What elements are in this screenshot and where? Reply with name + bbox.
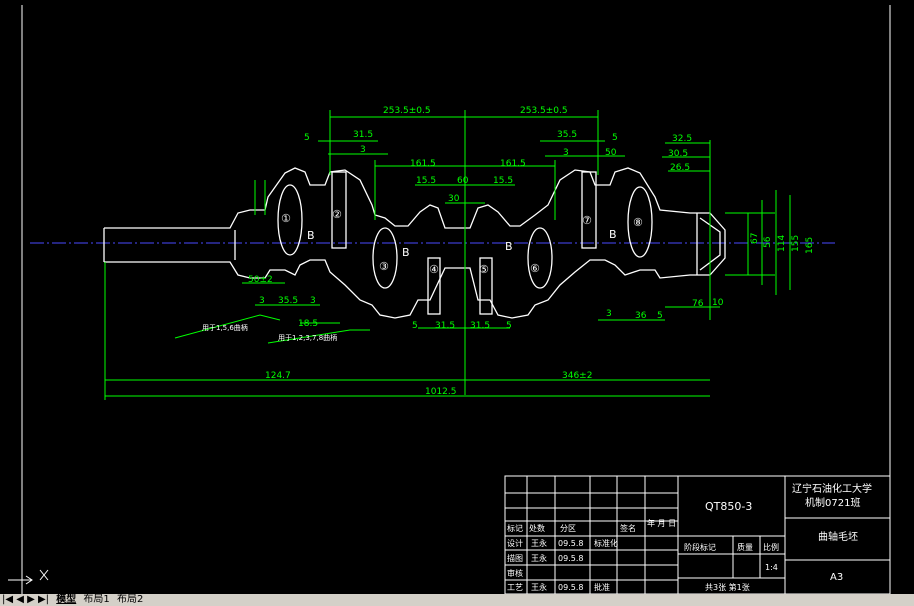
journal-label: ① xyxy=(281,212,291,225)
name-text: 王永 xyxy=(531,553,547,563)
dimension-text: 32.5 xyxy=(672,134,692,144)
dimension-text: 3 xyxy=(310,296,316,306)
dimension-text: 35.5 xyxy=(557,130,577,140)
date-text: 09.5.8 xyxy=(558,554,583,563)
journal-label: B xyxy=(307,229,315,242)
dimension-text: 31.5 xyxy=(470,321,490,331)
date-text: 09.5.8 xyxy=(558,539,583,548)
layout-tabs-bar: |◀ ◀ ▶ ▶| 模型 布局1 布局2 xyxy=(0,594,914,606)
tab-model[interactable]: 模型 xyxy=(54,594,78,606)
journal-label: ⑧ xyxy=(633,216,643,229)
dimension-text: 36 xyxy=(635,311,647,321)
dimension-text: 5 xyxy=(412,321,418,331)
journal-label: ⑤ xyxy=(479,263,489,276)
dimension-text: 3 xyxy=(563,148,569,158)
dimension-text: 26.5 xyxy=(670,163,690,173)
row-label: 设计 xyxy=(507,538,523,548)
dimension-text: 56 xyxy=(763,236,773,248)
journal-label: B xyxy=(505,240,513,253)
journal-label: ⑦ xyxy=(582,214,592,227)
dimension-text: 35.5 xyxy=(278,296,298,306)
row-label: 工艺 xyxy=(507,583,523,592)
dimension-text: 5 xyxy=(657,311,663,321)
dimension-text: 124.7 xyxy=(265,371,291,381)
row-label: 描图 xyxy=(507,553,523,563)
dimension-text: 3 xyxy=(259,296,265,306)
dimension-text: 253.5±0.5 xyxy=(383,106,431,116)
dimension-text: 15.5 xyxy=(493,176,513,186)
dimension-text: 346±2 xyxy=(562,371,592,381)
dimension-text: 76 xyxy=(692,299,704,309)
school-text: 辽宁石油化工大学 xyxy=(792,482,872,495)
dimension-text: 18.5 xyxy=(298,319,318,329)
journal-label: ③ xyxy=(379,260,389,273)
header-text: 处数 xyxy=(529,523,545,533)
title-block-text: QT850-3 辽宁石油化工大学 机制0721班 曲轴毛坯 A3 共3张 第1张… xyxy=(507,482,872,592)
dimension-text: 1012.5 xyxy=(425,387,457,397)
dimension-text: 10 xyxy=(712,298,724,308)
dimension-text: 253.5±0.5 xyxy=(520,106,568,116)
dimension-text: 165 xyxy=(805,237,815,254)
header-text: 标记 xyxy=(507,523,523,533)
dimension-text: 3 xyxy=(606,309,612,319)
part-name-text: 曲轴毛坯 xyxy=(818,530,858,543)
journal-label: B xyxy=(609,228,617,241)
sheets-text: 共3张 第1张 xyxy=(705,582,750,592)
dimension-text: 60 xyxy=(457,176,469,186)
note-text: 用于1,2,3,7,8曲柄 xyxy=(278,333,337,342)
mass-text: 质量 xyxy=(737,542,753,552)
header-text: 年 月 日 xyxy=(647,518,676,528)
class-text: 机制0721班 xyxy=(805,496,860,509)
journal-label: B xyxy=(402,246,410,259)
dimension-text: 5 xyxy=(304,133,310,143)
header-text: 签名 xyxy=(620,523,636,533)
dimension-text: 161.5 xyxy=(500,159,526,169)
tab-layout1[interactable]: 布局1 xyxy=(81,594,111,606)
header-text: 分区 xyxy=(560,524,576,533)
dimension-text: 155 xyxy=(791,235,801,252)
date-text: 09.5.8 xyxy=(558,583,583,592)
vertical-scrollbar[interactable] xyxy=(900,5,914,595)
journal-label: ② xyxy=(332,208,342,221)
name-text: 王永 xyxy=(531,582,547,592)
tab-layout2[interactable]: 布局2 xyxy=(115,594,145,606)
dimension-text: 67 xyxy=(750,233,760,244)
material-text: QT850-3 xyxy=(705,500,752,513)
row-label: 审核 xyxy=(507,568,523,578)
dimension-text: 114 xyxy=(777,235,787,252)
approve-text: 批准 xyxy=(594,582,610,592)
dimension-text: 161.5 xyxy=(410,159,436,169)
dimension-text: 15.5 xyxy=(416,176,436,186)
dimension-text: 31.5 xyxy=(353,130,373,140)
sheet-size-text: A3 xyxy=(830,572,843,583)
dimension-text: 50±2 xyxy=(248,275,273,285)
ucs-icon xyxy=(8,569,49,585)
dimension-text: 50 xyxy=(605,148,617,158)
drawing-canvas[interactable]: ① B ② ③ B ④ ⑤ B ⑥ ⑦ B ⑧ 253.5±0.5 253.5±… xyxy=(0,0,914,606)
name-text: 王永 xyxy=(531,538,547,548)
stage-text: 阶段标记 xyxy=(684,542,716,552)
dimension-text: 31.5 xyxy=(435,321,455,331)
journal-label: ⑥ xyxy=(530,262,540,275)
standard-text: 标准化 xyxy=(594,538,618,548)
tab-nav-arrows[interactable]: |◀ ◀ ▶ ▶| xyxy=(0,594,51,606)
dimension-texts: 253.5±0.5 253.5±0.5 5 31.5 3 161.5 161.5… xyxy=(248,106,815,397)
dimension-text: 30 xyxy=(448,194,460,204)
note-text: 用于1,5,6曲柄 xyxy=(202,323,248,332)
dimension-text: 5 xyxy=(506,321,512,331)
dimension-text: 3 xyxy=(360,145,366,155)
journal-labels: ① B ② ③ B ④ ⑤ B ⑥ ⑦ B ⑧ xyxy=(281,208,643,276)
scale-text: 1:4 xyxy=(765,563,778,572)
dimension-text: 30.5 xyxy=(668,149,688,159)
journal-label: ④ xyxy=(429,263,439,276)
ratio-text: 比例 xyxy=(763,542,779,552)
dimension-text: 5 xyxy=(612,133,618,143)
